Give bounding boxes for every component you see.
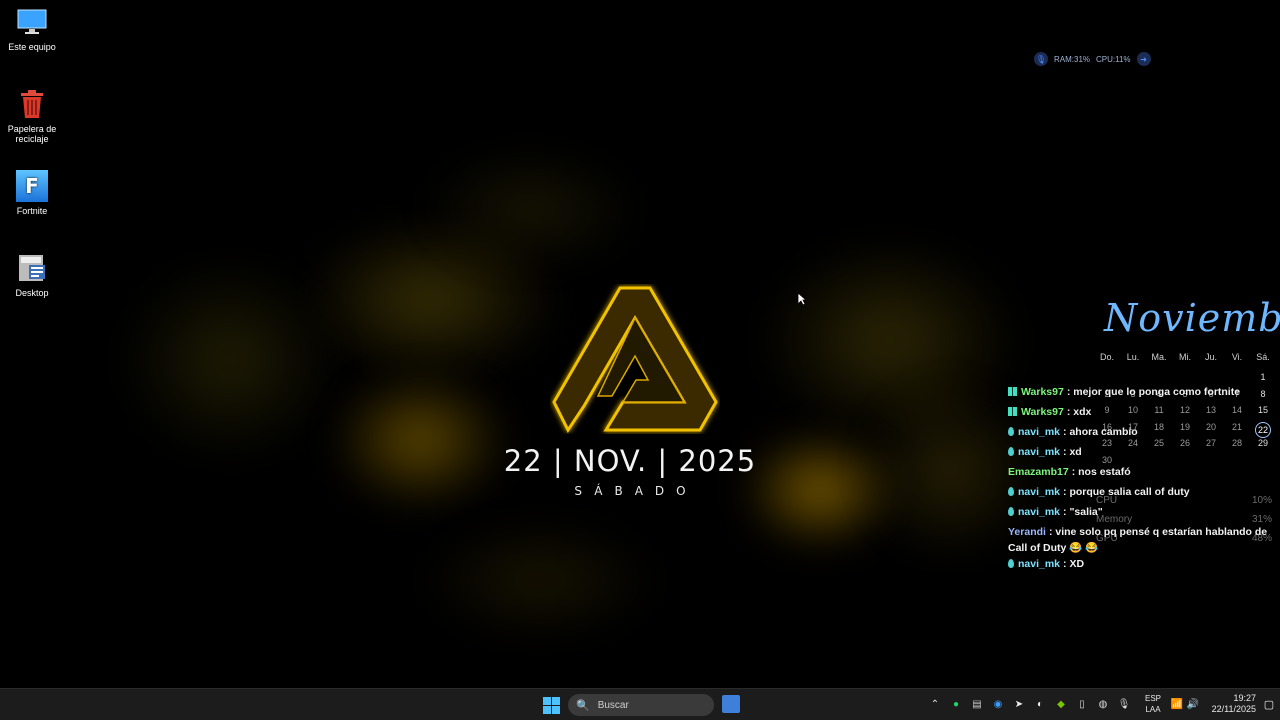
droplet-badge-icon	[1008, 447, 1014, 456]
chevron-up-icon[interactable]: ⌃	[928, 697, 942, 711]
system-usage-widget: 🎙 RAM:31% CPU:11% ➜	[1034, 51, 1151, 67]
chat-username[interactable]: Emazamb17	[1008, 466, 1069, 478]
chat-message: navi_mk: XD	[1008, 556, 1270, 576]
recycle-bin-icon	[16, 88, 48, 120]
chat-message: Emazamb17: nos estafó	[1008, 464, 1270, 484]
chat-text: : XD	[1063, 558, 1085, 570]
calendar-weekday: Sá.	[1256, 352, 1270, 362]
chat-message: navi_mk: xd	[1008, 444, 1270, 464]
desktop-icon-fortnite[interactable]: F Fortnite	[0, 170, 64, 216]
search-placeholder: Buscar	[597, 699, 629, 711]
desktop-icon-label: Este equipo	[8, 42, 56, 52]
droplet-badge-icon	[1008, 427, 1014, 436]
start-windows-icon[interactable]	[542, 696, 560, 714]
clock-time: 19:27	[1233, 693, 1256, 703]
chat-message: navi_mk: "salia"	[1008, 504, 1270, 524]
chat-username[interactable]: Warks97	[1021, 406, 1064, 418]
chat-text: : xdx	[1066, 406, 1092, 418]
whatsapp-icon[interactable]: ●	[949, 697, 963, 711]
taskbar: 🔍 Buscar ⌃ ● ▤ ◉ ➤ ◐ ◆ ▯ ◍ 🎙 ESP LAA 📶 🔊…	[0, 688, 1280, 720]
cpu-usage: CPU:11%	[1096, 54, 1131, 64]
chat-text: : xd	[1063, 446, 1082, 458]
ram-usage: RAM:31%	[1054, 54, 1091, 64]
calendar-weekday: Mi.	[1179, 352, 1191, 362]
monitor-icon	[16, 6, 48, 38]
calendar-weekday: Vi.	[1231, 352, 1243, 362]
chat-text: : "salia"	[1063, 506, 1103, 518]
subscriber-badge-icon	[1008, 407, 1017, 416]
calendar-weekday: Do.	[1099, 352, 1114, 362]
chat-text: : mejor que lo ponga como fortnite	[1066, 386, 1241, 398]
taskbar-clock[interactable]: 19:27 22/11/2025	[1206, 693, 1256, 715]
chat-username[interactable]: Warks97	[1021, 386, 1064, 398]
calendar-month: Noviembre	[1104, 296, 1280, 340]
brand-logo	[552, 286, 718, 433]
language-code: ESP	[1144, 694, 1161, 703]
chat-username[interactable]: navi_mk	[1018, 558, 1060, 570]
telegram-icon[interactable]: ➤	[1012, 697, 1026, 711]
chat-text: : vine solo pq pensé q estarían hablando…	[1008, 526, 1268, 554]
wallpaper-date: 22 | NOV. | 2025	[503, 444, 757, 478]
calendar-weekday: Lu.	[1126, 352, 1140, 362]
desktop-icon-label: Fortnite	[16, 206, 48, 216]
stream-chat-overlay: Warks97: mejor que lo ponga como fortnit…	[1008, 384, 1270, 576]
notification-icon[interactable]: ▢	[1262, 697, 1276, 711]
desktop-icon-this-pc[interactable]: Este equipo	[0, 6, 64, 52]
droplet-badge-icon	[1008, 559, 1014, 568]
fortnite-icon: F	[16, 170, 48, 202]
app-tray-icon[interactable]: ▤	[970, 697, 984, 711]
pinned-app-icon[interactable]	[722, 695, 740, 713]
desktop-icon-label: Papelera de reciclaje	[7, 124, 57, 144]
edge-icon[interactable]: ◉	[991, 697, 1005, 711]
chat-username[interactable]: navi_mk	[1018, 446, 1060, 458]
microphone-icon[interactable]: 🎙	[1034, 52, 1048, 66]
arrow-right-icon[interactable]: ➜	[1136, 52, 1151, 66]
desktop-icon-label: Desktop	[15, 288, 49, 298]
chat-text: : ahora cambio	[1063, 426, 1138, 438]
steam-icon[interactable]: ◍	[1096, 697, 1110, 711]
calendar-weekday: Ma.	[1151, 352, 1167, 362]
shortcut-icon	[16, 252, 48, 284]
mouse-cursor-icon	[797, 292, 807, 306]
droplet-badge-icon	[1008, 507, 1014, 516]
keyboard-layout: LAA	[1145, 705, 1161, 714]
subscriber-badge-icon	[1008, 387, 1017, 396]
wallpaper-day: SÁBADO	[574, 484, 698, 498]
chat-message: Warks97: xdx	[1008, 404, 1270, 424]
desktop-wallpaper	[0, 0, 1280, 688]
chat-text: : nos estafó	[1071, 466, 1131, 478]
volume-icon[interactable]: 🔊	[1186, 697, 1200, 711]
search-icon: 🔍	[576, 699, 590, 712]
battery-icon[interactable]: ▯	[1075, 697, 1089, 711]
calendar-weekday: Ju.	[1204, 352, 1217, 362]
chat-message: navi_mk: porque salia call of duty	[1008, 484, 1270, 504]
clock-date: 22/11/2025	[1211, 704, 1256, 714]
chat-username[interactable]: navi_mk	[1018, 506, 1060, 518]
input-language[interactable]: ESP LAA	[1142, 693, 1164, 715]
chat-username[interactable]: navi_mk	[1018, 486, 1060, 498]
wifi-icon[interactable]: 📶	[1170, 697, 1184, 711]
calendar-weekdays: Do. Lu. Ma. Mi. Ju. Vi. Sá.	[1094, 352, 1276, 362]
chat-text: : porque salia call of duty	[1063, 486, 1190, 498]
taskbar-search[interactable]: 🔍 Buscar	[568, 694, 714, 716]
chat-username[interactable]: Yerandi	[1008, 526, 1046, 538]
chat-username[interactable]: navi_mk	[1018, 426, 1060, 438]
microphone-tray-icon[interactable]: 🎙	[1117, 697, 1131, 711]
chat-message: Yerandi: vine solo pq pensé q estarían h…	[1008, 524, 1270, 556]
chat-message: navi_mk: ahora cambio	[1008, 424, 1270, 444]
desktop-icon-desktop[interactable]: Desktop	[0, 252, 64, 298]
nvidia-icon[interactable]: ◆	[1054, 697, 1068, 711]
droplet-badge-icon	[1008, 487, 1014, 496]
discord-icon[interactable]: ◐	[1033, 697, 1047, 711]
chat-message: Warks97: mejor que lo ponga como fortnit…	[1008, 384, 1270, 404]
desktop-icon-recycle-bin[interactable]: Papelera de reciclaje	[0, 88, 64, 144]
